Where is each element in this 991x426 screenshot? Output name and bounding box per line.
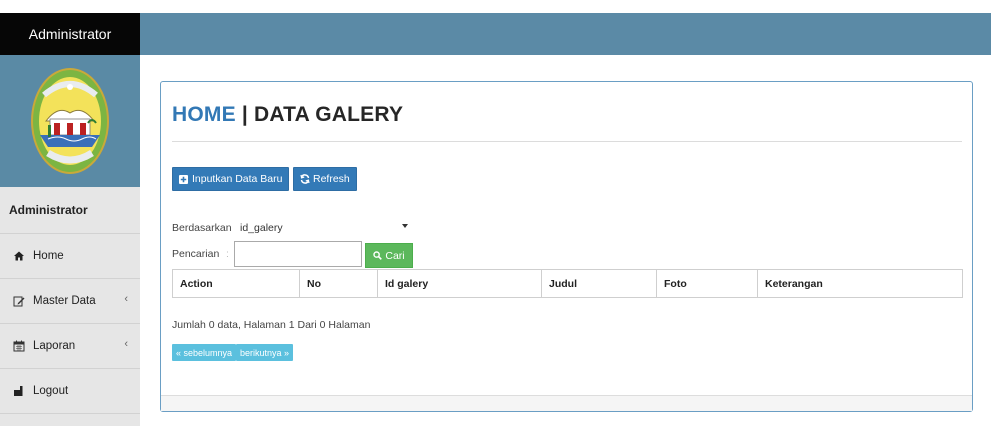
title-divider [172, 141, 962, 142]
sidebar-header: Administrator [0, 187, 140, 234]
logout-icon [14, 386, 23, 396]
filter-by-label: Berdasarkan: [172, 222, 235, 234]
column-header-keterangan[interactable]: Keterangan [757, 269, 963, 298]
add-new-data-button[interactable]: Inputkan Data Baru [172, 167, 290, 191]
brand-title[interactable]: Administrator [0, 13, 140, 55]
column-header-action[interactable]: Action [172, 269, 300, 298]
filter-by-value: id_galery [240, 222, 283, 234]
top-navbar [0, 13, 991, 55]
column-header-id-galery[interactable]: Id galery [377, 269, 542, 298]
column-header-foto[interactable]: Foto [656, 269, 758, 298]
sidebar-item-home[interactable]: Home [0, 234, 140, 279]
sidebar-item-label: Master Data [33, 295, 96, 307]
logo-area [0, 55, 140, 187]
edit-icon [13, 296, 25, 307]
data-table: Action No Id galery Judul Foto Keteranga… [172, 269, 963, 298]
search-button[interactable]: Cari [365, 243, 413, 268]
sidebar-item-master-data[interactable]: Master Data ‹ [0, 279, 140, 324]
sidebar: Administrator Home Master Data ‹ Laporan… [0, 55, 140, 426]
table-header-row: Action No Id galery Judul Foto Keteranga… [172, 269, 963, 298]
plus-square-icon [179, 174, 188, 184]
chevron-left-icon: ‹ [124, 293, 128, 305]
chevron-left-icon: ‹ [124, 338, 128, 350]
sidebar-item-label: Logout [33, 385, 69, 397]
next-page-button[interactable]: berikutnya » [236, 344, 294, 361]
calendar-icon [13, 340, 25, 352]
sidebar-item-label: Laporan [33, 340, 76, 352]
pagination-info: Jumlah 0 data, Halaman 1 Dari 0 Halaman [172, 319, 371, 331]
page-title-main: DATA GALERY [253, 103, 404, 126]
caret-down-icon [402, 224, 408, 228]
search-button-label: Cari [385, 249, 405, 262]
page-title-separator: | [235, 103, 254, 126]
add-new-data-label: Inputkan Data Baru [192, 173, 283, 185]
search-input[interactable] [234, 241, 362, 267]
panel-footer [161, 395, 972, 411]
sidebar-item-label: Home [33, 250, 64, 262]
search-label: Pencarian [172, 248, 220, 260]
sidebar-item-laporan[interactable]: Laporan ‹ [0, 324, 140, 369]
refresh-label: Refresh [313, 173, 350, 185]
page-title-home[interactable]: HOME [172, 103, 236, 126]
search-label-separator: : [226, 248, 229, 260]
column-header-judul[interactable]: Judul [541, 269, 657, 298]
page-title: HOME | DATA GALERY [172, 103, 403, 127]
column-header-no[interactable]: No [299, 269, 378, 298]
regency-emblem-logo [31, 68, 109, 174]
refresh-button[interactable]: Refresh [293, 167, 357, 191]
home-icon [14, 251, 24, 261]
search-icon [373, 251, 383, 260]
refresh-icon [300, 174, 310, 184]
previous-page-button[interactable]: « sebelumnya [172, 344, 237, 361]
sidebar-item-logout[interactable]: Logout [0, 369, 140, 414]
filter-by-select[interactable]: id_galery [232, 216, 416, 240]
top-border [0, 0, 991, 13]
content-panel: HOME | DATA GALERY Inputkan Data Baru Re… [160, 81, 973, 412]
